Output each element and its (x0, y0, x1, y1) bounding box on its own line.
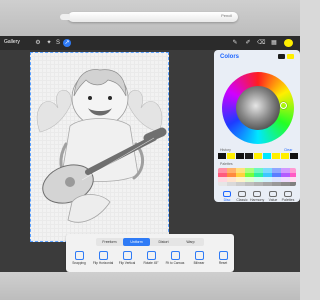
gallery-button[interactable]: Gallery (4, 39, 20, 45)
palette-swatch[interactable] (263, 181, 272, 186)
palette-swatch[interactable] (254, 181, 263, 186)
bilinear-icon (194, 251, 204, 260)
flip-horizontal-label: Flip Horizontal (92, 261, 114, 265)
layers-icon[interactable]: ▦ (270, 39, 278, 47)
history-label: History (220, 148, 231, 152)
tab-harmony[interactable]: Harmony (250, 191, 265, 202)
fit-to-canvas-icon (170, 251, 180, 260)
canvas[interactable] (30, 52, 169, 242)
colors-panel: Colors History Clear Palettes Disc Class… (214, 50, 300, 202)
history-swatch[interactable] (263, 153, 271, 159)
pencil-brand-label: Pencil (221, 13, 232, 18)
apple-pencil: Pencil (60, 12, 238, 22)
value-tab-icon (269, 191, 277, 197)
reset-label: Reset (218, 261, 228, 265)
color-mode-tabs: Disc Classic Harmony Value Palettes (220, 191, 296, 202)
device-top-bezel: Pencil (0, 0, 300, 36)
pencil-tip (60, 14, 70, 20)
harmony-tab-icon (253, 191, 261, 197)
palette-swatch[interactable] (245, 181, 254, 186)
mode-freeform[interactable]: Freeform (96, 238, 123, 246)
colors-title: Colors (220, 54, 240, 60)
rotate-45-label: Rotate 45° (143, 261, 159, 265)
magic-wand-icon[interactable]: ✦ (45, 39, 53, 47)
tab-disc[interactable]: Disc (220, 191, 234, 202)
clear-history-button[interactable]: Clear (284, 148, 292, 152)
history-swatch[interactable] (236, 153, 244, 159)
app-screen: Gallery ⚙ ✦ S ↗ ✎ ✐ ⌫ ▦ Colors History C… (0, 36, 300, 272)
tab-classic[interactable]: Classic (235, 191, 249, 202)
history-swatch[interactable] (227, 153, 235, 159)
transform-icon[interactable]: ↗ (63, 39, 71, 47)
magnet-icon (74, 251, 84, 260)
transform-mode-segmented-control: Freeform Uniform Distort Warp (96, 238, 204, 246)
wrench-icon[interactable]: ⚙ (34, 39, 42, 47)
saturation-brightness-disc[interactable] (236, 86, 280, 130)
tab-label-palettes: Palettes (281, 198, 295, 202)
palette-grid (218, 168, 296, 186)
brush-icon[interactable]: ✎ (231, 39, 239, 47)
history-swatch[interactable] (218, 153, 226, 159)
history-swatch[interactable] (245, 153, 253, 159)
snapping-label: Snapping (72, 261, 86, 265)
palette-swatch[interactable] (236, 181, 245, 186)
mode-distort[interactable]: Distort (150, 238, 177, 246)
smudge-icon[interactable]: ✐ (244, 39, 252, 47)
history-swatch[interactable] (290, 153, 298, 159)
mode-uniform[interactable]: Uniform (123, 238, 150, 246)
fit-to-canvas-button[interactable]: Fit to Canvas (164, 251, 186, 269)
tab-label-value: Value (268, 198, 278, 202)
tab-palettes[interactable]: Palettes (281, 191, 295, 202)
fit-to-canvas-label: Fit to Canvas (165, 261, 185, 265)
rotate-icon (146, 251, 156, 260)
reset-button[interactable]: Reset (212, 251, 234, 269)
palette-swatch[interactable] (227, 181, 236, 186)
palettes-label: Palettes (220, 162, 233, 166)
palette-swatch[interactable] (281, 181, 290, 186)
transform-toolbar: Freeform Uniform Distort Warp Snapping F… (66, 234, 234, 272)
flip-horizontal-icon (98, 251, 108, 260)
disc-tab-icon (223, 191, 231, 197)
flip-vertical-icon (122, 251, 132, 260)
tab-value[interactable]: Value (266, 191, 280, 202)
eraser-icon[interactable]: ⌫ (257, 39, 265, 47)
transform-bounds[interactable] (30, 52, 169, 242)
color-button[interactable] (284, 39, 293, 47)
reset-icon (218, 251, 228, 260)
history-swatch[interactable] (254, 153, 262, 159)
classic-tab-icon (238, 191, 246, 197)
history-swatch[interactable] (281, 153, 289, 159)
palette-swatch[interactable] (218, 181, 227, 186)
history-swatches (218, 153, 298, 159)
mode-warp[interactable]: Warp (177, 238, 204, 246)
selection-icon[interactable]: S (54, 39, 62, 47)
tab-label-classic: Classic (236, 198, 248, 202)
interpolation-button[interactable]: Bilinear (188, 251, 210, 269)
color-disc[interactable] (222, 72, 294, 144)
primary-color-chip[interactable] (287, 54, 294, 59)
tab-label-harmony: Harmony (250, 198, 265, 202)
flip-vertical-label: Flip Vertical (118, 261, 136, 265)
rotate-45-button[interactable]: Rotate 45° (140, 251, 162, 269)
palette-swatch[interactable] (272, 181, 281, 186)
device-bottom-bezel (0, 272, 300, 300)
palette-swatch[interactable] (290, 181, 296, 186)
snapping-button[interactable]: Snapping (68, 251, 90, 269)
flip-horizontal-button[interactable]: Flip Horizontal (92, 251, 114, 269)
top-toolbar: Gallery ⚙ ✦ S ↗ ✎ ✐ ⌫ ▦ (0, 36, 300, 50)
hue-marker[interactable] (280, 102, 287, 109)
flip-vertical-button[interactable]: Flip Vertical (116, 251, 138, 269)
tab-label-disc: Disc (223, 198, 231, 202)
secondary-color-chip[interactable] (278, 54, 285, 59)
history-swatch[interactable] (272, 153, 280, 159)
palettes-tab-icon (284, 191, 292, 197)
bilinear-label: Bilinear (193, 261, 205, 265)
